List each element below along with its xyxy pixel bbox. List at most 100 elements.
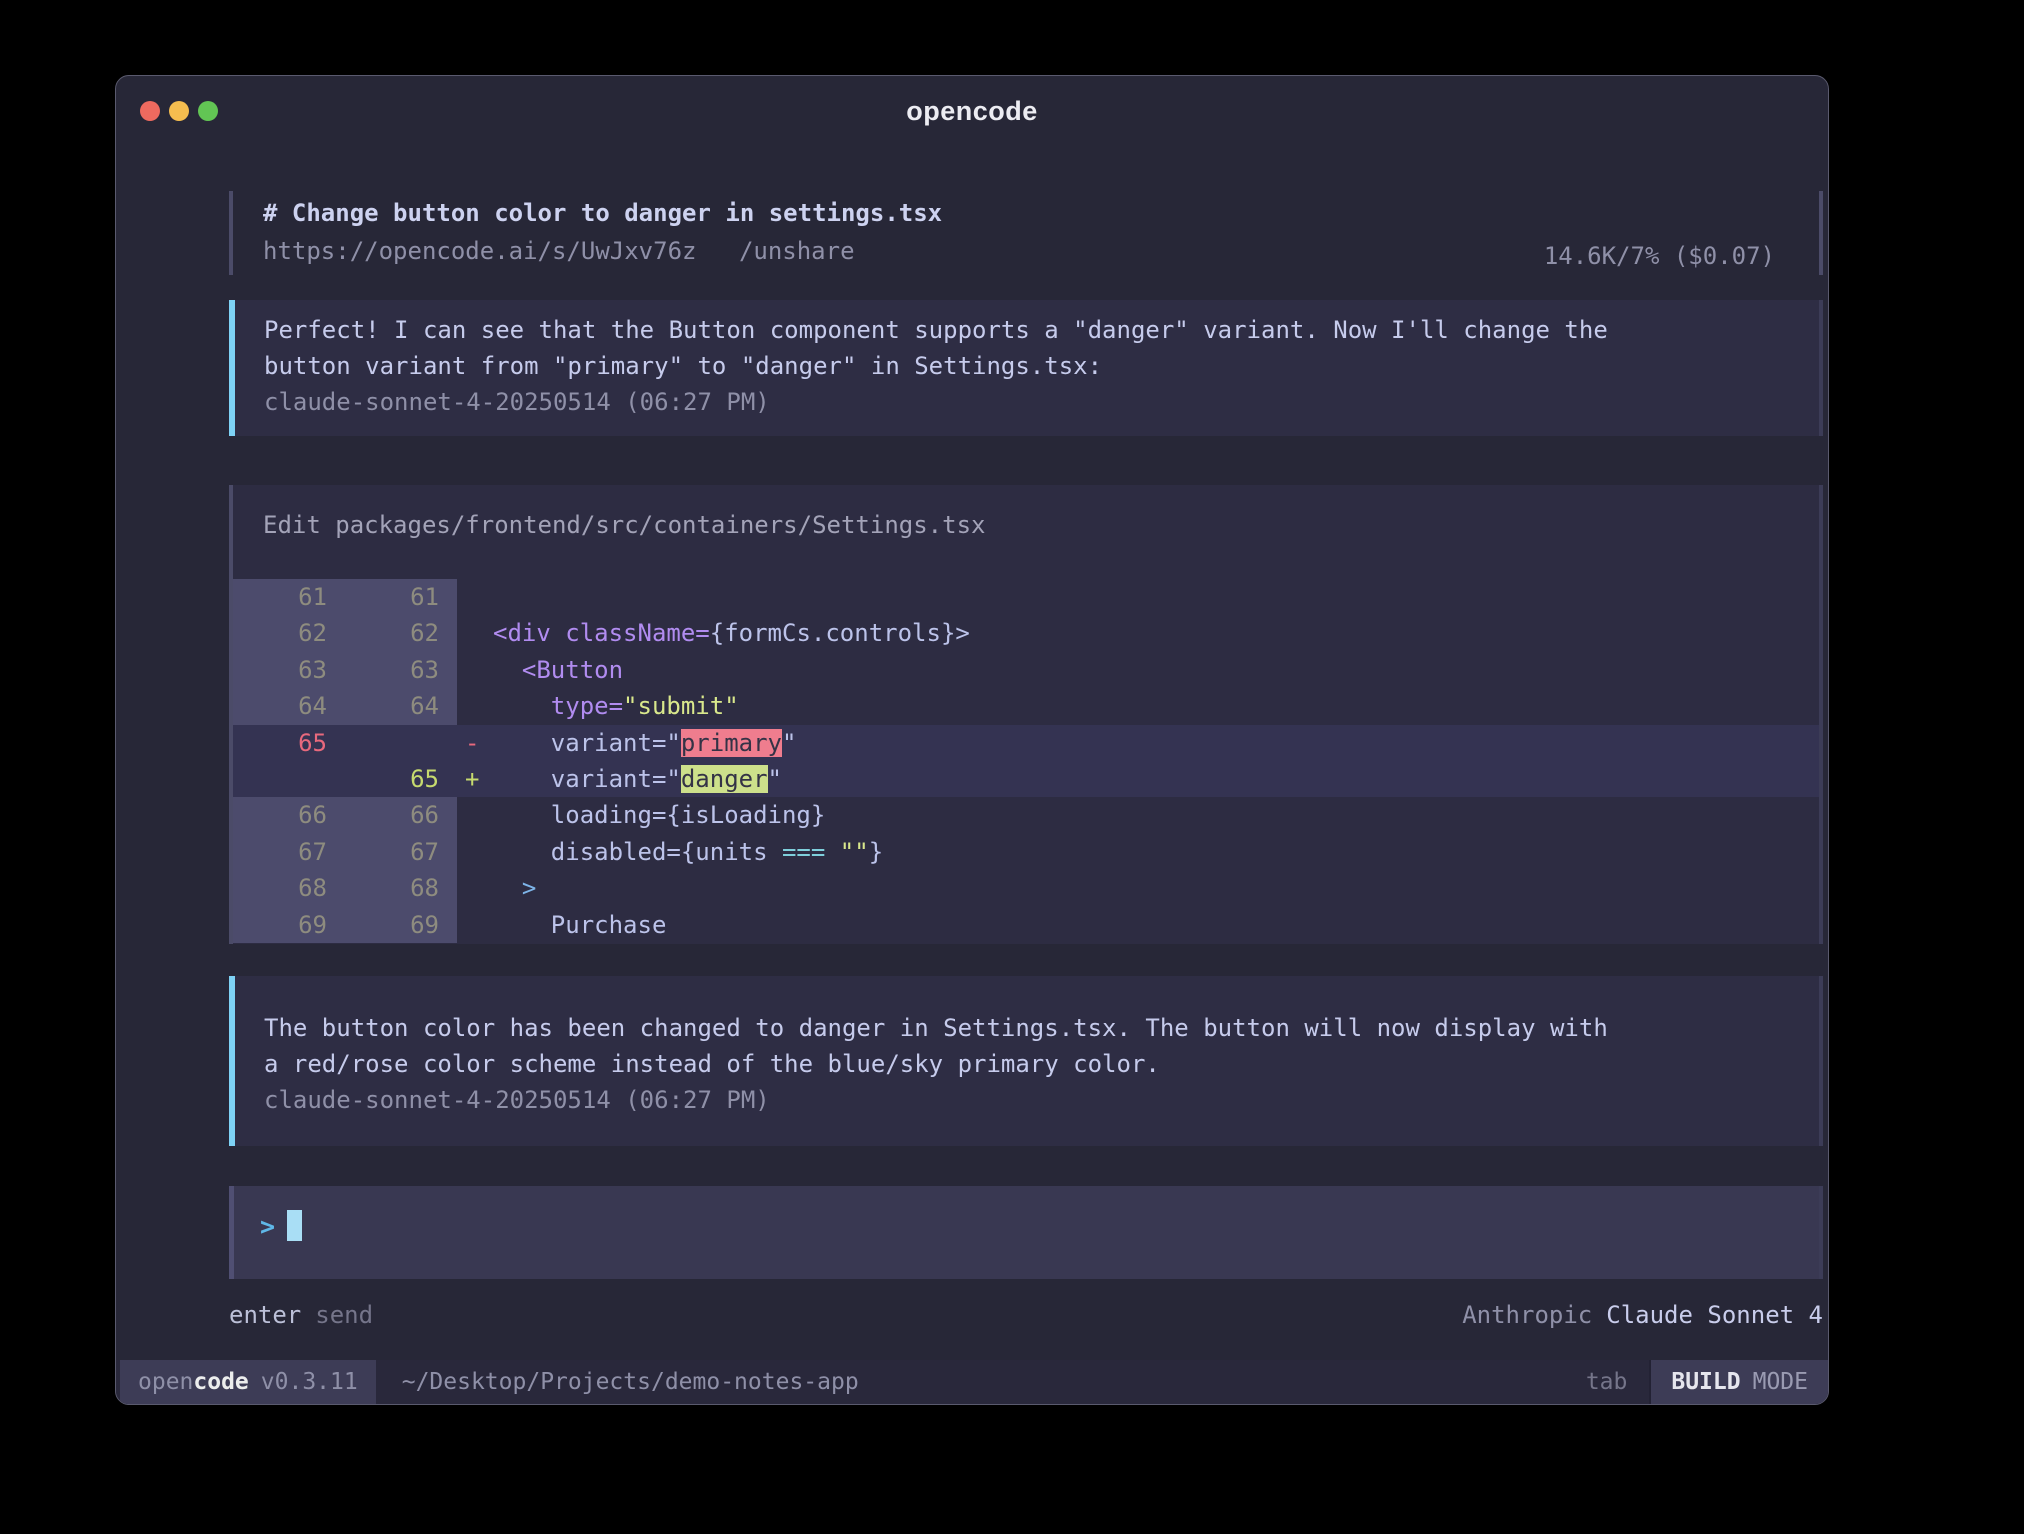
code-line: Purchase xyxy=(493,907,1819,943)
code-token xyxy=(493,874,522,902)
old-line-number: 65 xyxy=(233,725,345,761)
close-window-button[interactable] xyxy=(140,101,160,121)
old-line-number: 69 xyxy=(233,907,345,943)
app-version-chip: opencode v0.3.11 xyxy=(120,1360,376,1404)
code-token: <div className= xyxy=(493,619,710,647)
diff-row: 6969 Purchase xyxy=(233,907,1819,943)
unshare-command[interactable]: /unshare xyxy=(739,237,855,265)
new-line-number: 66 xyxy=(345,797,457,833)
model-label: Claude Sonnet 4 xyxy=(1606,1301,1823,1329)
diff-sign xyxy=(457,579,493,615)
send-hint: enter send xyxy=(229,1297,373,1333)
code-token: > xyxy=(522,874,536,902)
code-line: > xyxy=(493,870,1819,906)
diff-row: 6262 <div className={formCs.controls}> xyxy=(233,615,1819,651)
diff-sign: + xyxy=(457,761,493,797)
diff-sign xyxy=(457,834,493,870)
code-token: } xyxy=(869,838,883,866)
code-token xyxy=(825,838,839,866)
code-line xyxy=(493,579,1819,615)
diff-row: 65+ variant="danger" xyxy=(233,761,1819,797)
provider-label: Anthropic xyxy=(1462,1301,1592,1329)
zoom-window-button[interactable] xyxy=(198,101,218,121)
old-line-number xyxy=(233,761,345,797)
window-title: opencode xyxy=(116,96,1828,127)
status-bar-spacer xyxy=(859,1360,1586,1404)
diff-row: 6161 xyxy=(233,579,1819,615)
diff-sign: - xyxy=(457,725,493,761)
hint-row: enter send Anthropic Claude Sonnet 4 xyxy=(229,1297,1823,1333)
message-meta: claude-sonnet-4-20250514 (06:27 PM) xyxy=(264,1082,1799,1118)
enter-key-hint: enter xyxy=(229,1301,301,1329)
model-indicator[interactable]: Anthropic Claude Sonnet 4 xyxy=(1462,1297,1823,1333)
code-token: "" xyxy=(840,838,869,866)
code-token: " xyxy=(782,729,796,757)
share-header-left: # Change button color to danger in setti… xyxy=(263,194,942,275)
code-line: type="submit" xyxy=(493,688,1819,724)
old-line-number: 64 xyxy=(233,688,345,724)
code-token xyxy=(493,911,551,939)
diff-row: 6767 disabled={units === ""} xyxy=(233,834,1819,870)
diff-row: 6464 type="submit" xyxy=(233,688,1819,724)
diff-row: 6363 <Button xyxy=(233,652,1819,688)
diff-sign xyxy=(457,870,493,906)
old-line-number: 61 xyxy=(233,579,345,615)
prompt-input[interactable]: > xyxy=(229,1186,1823,1279)
old-line-number: 63 xyxy=(233,652,345,688)
new-line-number: 68 xyxy=(345,870,457,906)
code-token xyxy=(493,656,522,684)
app-version: v0.3.11 xyxy=(261,1369,358,1395)
code-token: "submit" xyxy=(623,692,739,720)
diff-sign xyxy=(457,615,493,651)
code-token: Purchase xyxy=(551,911,667,939)
edit-tool-block: Edit packages/frontend/src/containers/Se… xyxy=(229,485,1823,944)
code-token: disabled={units xyxy=(493,838,782,866)
text-cursor xyxy=(287,1210,302,1241)
diff-sign xyxy=(457,797,493,833)
code-line: variant="danger" xyxy=(493,761,1819,797)
assistant-message: Perfect! I can see that the Button compo… xyxy=(229,300,1823,436)
share-header: # Change button color to danger in setti… xyxy=(229,191,1823,275)
new-line-number: 65 xyxy=(345,761,457,797)
share-url-link[interactable]: https://opencode.ai/s/UwJxv76z xyxy=(263,237,696,265)
diff-row: 65- variant="primary" xyxy=(233,725,1819,761)
app-name-regular: open xyxy=(138,1369,193,1395)
code-token: {formCs.controls}> xyxy=(710,619,970,647)
titlebar[interactable]: opencode xyxy=(116,76,1828,146)
traffic-lights xyxy=(140,76,218,146)
message-line: a red/rose color scheme instead of the b… xyxy=(264,1046,1799,1082)
code-line: loading={isLoading} xyxy=(493,797,1819,833)
mode-emphasis: BUILD xyxy=(1671,1369,1740,1395)
message-text: Perfect! I can see that the Button compo… xyxy=(264,312,1799,384)
new-line-number: 63 xyxy=(345,652,457,688)
code-token: === xyxy=(782,838,825,866)
mode-chip[interactable]: BUILD MODE xyxy=(1649,1360,1828,1404)
new-line-number: 62 xyxy=(345,615,457,651)
new-line-number: 67 xyxy=(345,834,457,870)
code-token: " xyxy=(768,765,782,793)
code-line: <div className={formCs.controls}> xyxy=(493,615,1819,651)
share-url-row: https://opencode.ai/s/UwJxv76z /unshare xyxy=(263,232,942,270)
session-title: # Change button color to danger in setti… xyxy=(263,194,942,232)
message-meta: claude-sonnet-4-20250514 (06:27 PM) xyxy=(264,384,1799,420)
message-line: The button color has been changed to dan… xyxy=(264,1010,1799,1046)
diff-view: 61616262 <div className={formCs.controls}… xyxy=(233,579,1819,944)
code-token: variant=" xyxy=(493,765,681,793)
terminal-window: opencode # Change button color to danger… xyxy=(115,75,1829,1405)
status-bar: opencodev0.3.11 ~/Desktop/Projects/demo-… xyxy=(116,1360,1828,1404)
old-line-number: 68 xyxy=(233,870,345,906)
prompt-symbol: > xyxy=(260,1212,275,1241)
code-token: type= xyxy=(551,692,623,720)
old-line-number: 62 xyxy=(233,615,345,651)
code-token: primary xyxy=(681,729,782,757)
new-line-number xyxy=(345,725,457,761)
diff-row: 6666 loading={isLoading} xyxy=(233,797,1819,833)
send-label: send xyxy=(315,1301,373,1329)
assistant-message: The button color has been changed to dan… xyxy=(229,976,1823,1146)
token-usage: 14.6K/7% ($0.07) xyxy=(1544,237,1775,275)
mode-label: MODE xyxy=(1753,1369,1808,1395)
new-line-number: 64 xyxy=(345,688,457,724)
diff-sign xyxy=(457,688,493,724)
app-name-bold: code xyxy=(193,1369,248,1395)
minimize-window-button[interactable] xyxy=(169,101,189,121)
